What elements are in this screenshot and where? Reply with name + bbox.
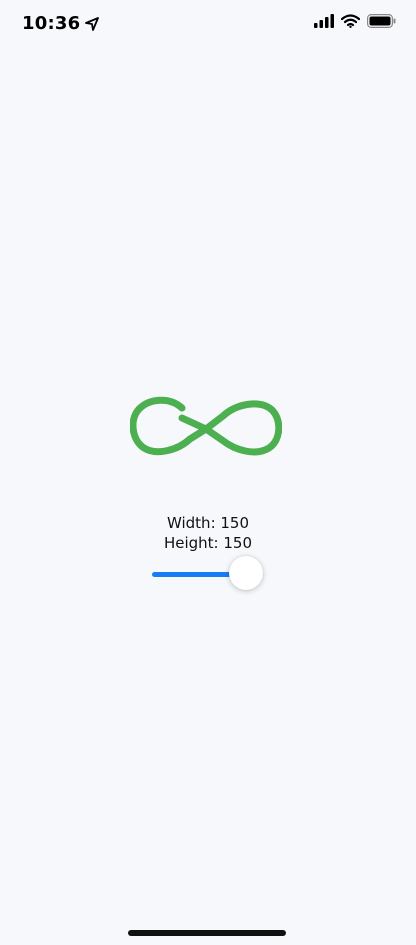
infinity-logo-icon bbox=[130, 396, 282, 456]
height-label: Height: 150 bbox=[163, 534, 253, 552]
slider-thumb[interactable] bbox=[229, 556, 263, 590]
wifi-icon bbox=[341, 14, 360, 28]
status-icons bbox=[314, 14, 396, 28]
location-arrow-icon bbox=[85, 16, 100, 31]
home-indicator[interactable] bbox=[128, 930, 286, 936]
slider-track-fill[interactable] bbox=[152, 572, 240, 577]
cellular-signal-icon bbox=[314, 14, 334, 28]
size-info: Width: 150 Height: 150 bbox=[0, 513, 416, 553]
status-time: 10:36 bbox=[22, 13, 81, 34]
size-slider[interactable] bbox=[152, 555, 264, 595]
width-label: Width: 150 bbox=[166, 514, 250, 532]
battery-icon bbox=[367, 14, 396, 28]
infinity-logo-right-loop bbox=[178, 400, 282, 456]
status-bar: 10:36 bbox=[0, 0, 416, 52]
time-group: 10:36 bbox=[22, 13, 100, 34]
